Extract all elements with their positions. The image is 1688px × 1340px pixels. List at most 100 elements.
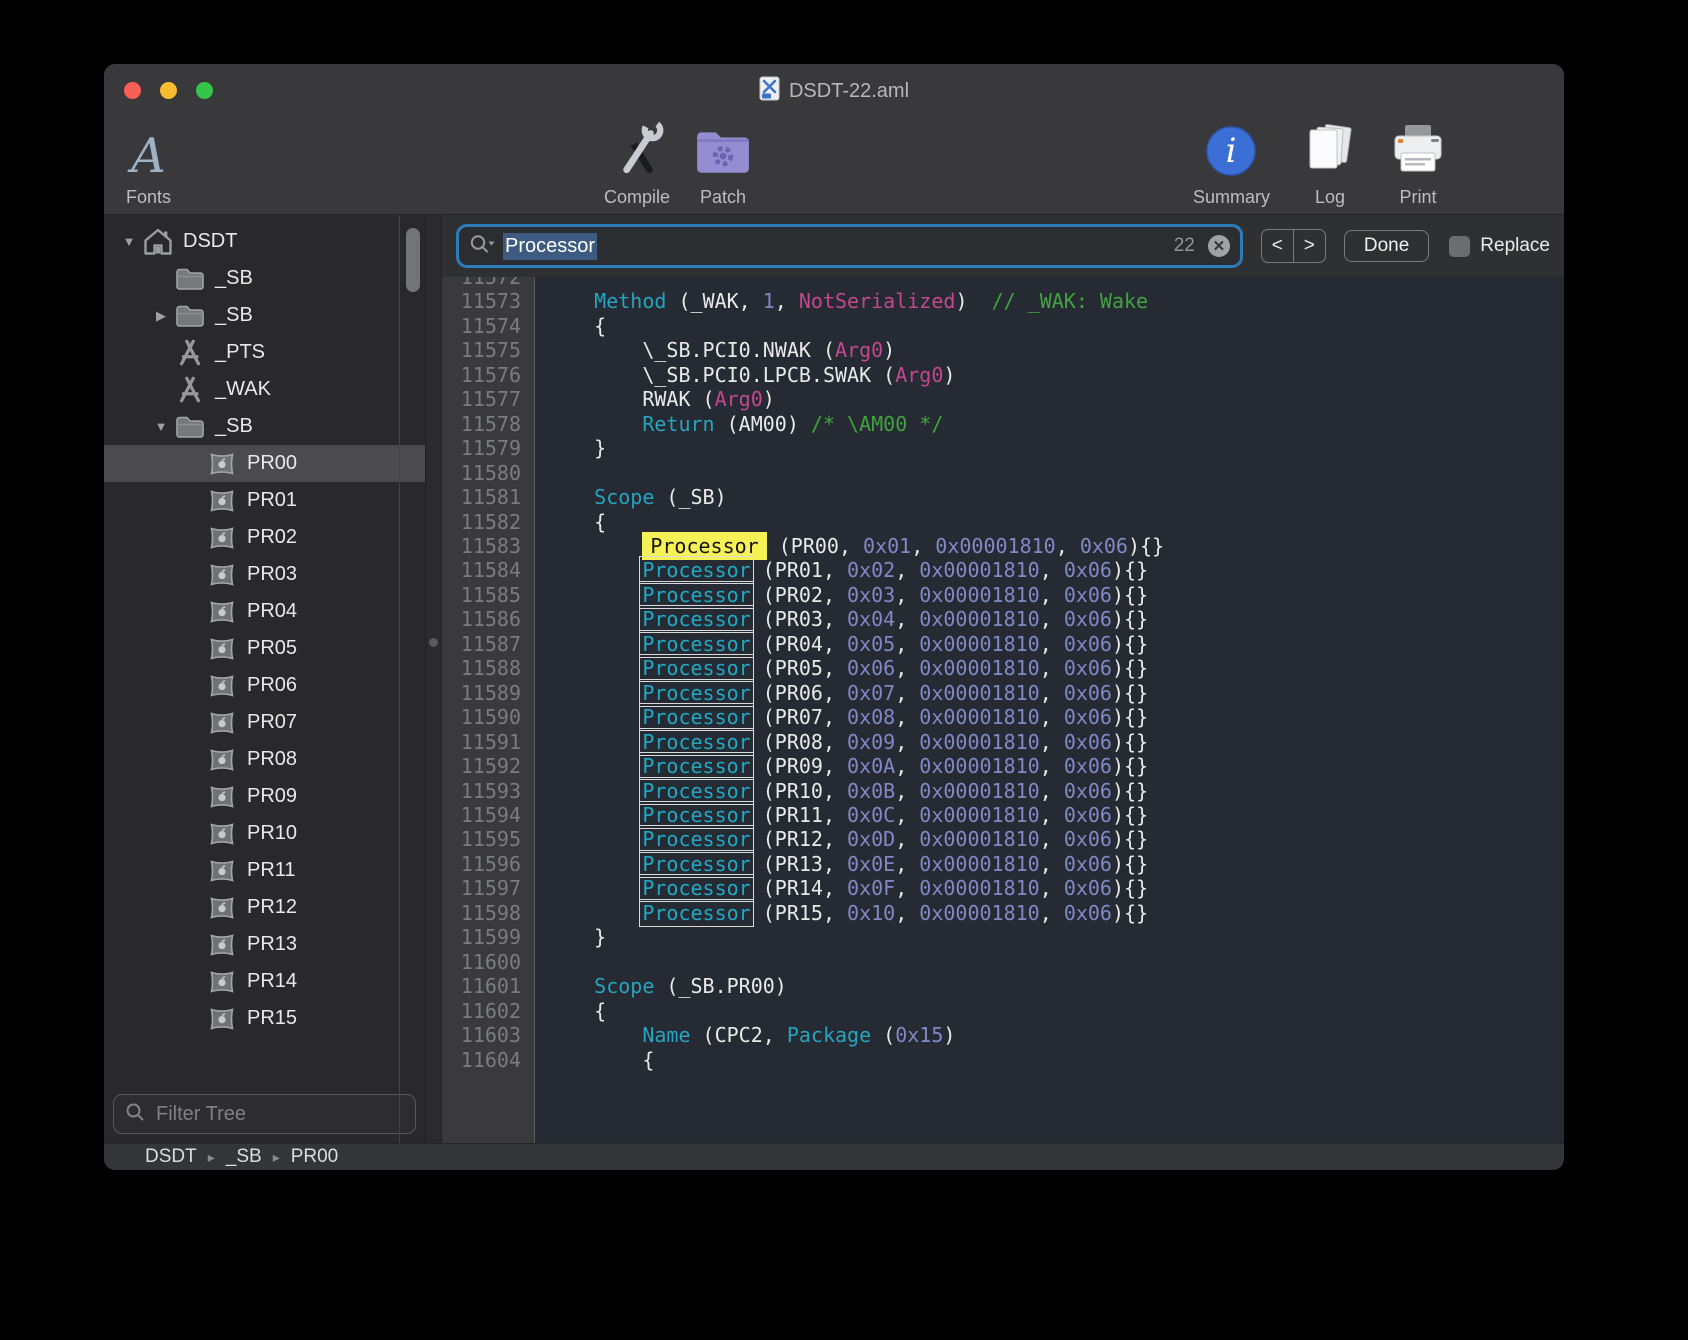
fonts-button[interactable]: A Fonts (126, 116, 171, 208)
line-number: 11588 (442, 656, 534, 680)
code-line: 11572 (442, 277, 1564, 289)
processor-icon (206, 932, 238, 958)
code-line: 11603 Name (CPC2, Package (0x15) (442, 1023, 1564, 1047)
breadcrumb-item[interactable]: PR00 (291, 1146, 339, 1168)
line-number: 11586 (442, 607, 534, 631)
replace-toggle: Replace (1449, 235, 1550, 257)
code-line: 11598 Processor (PR15, 0x10, 0x00001810,… (442, 901, 1564, 925)
line-number: 11604 (442, 1048, 534, 1072)
sidebar-tree[interactable]: ▼DSDT_SB▶_SB_PTS_WAK▼_SBPR00PR01PR02PR03… (104, 215, 425, 1087)
code-line: 11588 Processor (PR05, 0x06, 0x00001810,… (442, 656, 1564, 680)
sidebar-item-dsdt[interactable]: ▼DSDT (104, 223, 425, 260)
svg-text:i: i (1226, 131, 1237, 171)
clear-search-button[interactable]: ✕ (1208, 235, 1230, 257)
search-field[interactable]: Processor 22 ✕ (456, 224, 1243, 268)
sidebar-item-pr02[interactable]: PR02 (104, 519, 425, 556)
sidebar-item-pr05[interactable]: PR05 (104, 630, 425, 667)
log-button[interactable]: Log (1302, 116, 1358, 208)
sidebar-item-pr14[interactable]: PR14 (104, 963, 425, 1000)
print-button[interactable]: Print (1390, 116, 1446, 208)
line-number: 11597 (442, 876, 534, 900)
line-number: 11585 (442, 583, 534, 607)
processor-icon (206, 858, 238, 884)
splitter-handle-icon[interactable] (429, 638, 438, 647)
sidebar-item-_sb[interactable]: ▶ _SB (104, 297, 425, 334)
info-icon: i (1205, 125, 1257, 182)
code-line: 11587 Processor (PR04, 0x05, 0x00001810,… (442, 632, 1564, 656)
line-number: 11573 (442, 289, 534, 313)
compile-label: Compile (604, 187, 670, 208)
title-group: DSDT-22.aml (759, 76, 909, 106)
next-match-button[interactable]: > (1293, 230, 1325, 262)
zoom-button[interactable] (196, 82, 213, 99)
filter-tree-input[interactable] (154, 1102, 404, 1127)
code-line: 11586 Processor (PR03, 0x04, 0x00001810,… (442, 607, 1564, 631)
folder-icon (174, 304, 206, 328)
line-number: 11594 (442, 803, 534, 827)
sidebar-item-pr04[interactable]: PR04 (104, 593, 425, 630)
line-number: 11602 (442, 999, 534, 1023)
code-line: 11583 Processor (PR00, 0x01, 0x00001810,… (442, 534, 1564, 558)
sidebar-item-pr08[interactable]: PR08 (104, 741, 425, 778)
sidebar-item-pr09[interactable]: PR09 (104, 778, 425, 815)
statusbar: DSDT▸_SB▸PR00 (104, 1143, 1564, 1170)
search-match: Processor (639, 703, 753, 731)
minimize-button[interactable] (160, 82, 177, 99)
tree-item-label: PR14 (247, 970, 297, 993)
code-line: 11578 Return (AM00) /* \AM00 */ (442, 412, 1564, 436)
patch-label: Patch (700, 187, 746, 208)
chevron-down-icon[interactable]: ▼ (116, 234, 142, 249)
sidebar-item-_sb[interactable]: _SB (104, 260, 425, 297)
sidebar-splitter[interactable] (425, 215, 442, 1143)
code-line: 11599 } (442, 925, 1564, 949)
tree-item-label: _SB (215, 304, 253, 327)
line-number: 11592 (442, 754, 534, 778)
compile-button[interactable]: Compile (604, 116, 670, 208)
sidebar-item-pr06[interactable]: PR06 (104, 667, 425, 704)
search-input[interactable]: Processor (503, 233, 597, 260)
processor-icon (206, 747, 238, 773)
chevron-down-icon[interactable]: ▼ (148, 419, 174, 434)
code-line: 11575 \_SB.PCI0.NWAK (Arg0) (442, 338, 1564, 362)
maciasl-window: DSDT-22.aml A Fonts Compile (104, 64, 1564, 1170)
sidebar-item-pr00[interactable]: PR00 (104, 445, 425, 482)
line-number: 11574 (442, 314, 534, 338)
sidebar-item-pr15[interactable]: PR15 (104, 1000, 425, 1037)
breadcrumb-item[interactable]: DSDT (145, 1146, 197, 1168)
code-editor[interactable]: 1157211573 Method (_WAK, 1, NotSerialize… (442, 277, 1564, 1143)
code-line: 11573 Method (_WAK, 1, NotSerialized) //… (442, 289, 1564, 313)
patch-button[interactable]: Patch (694, 116, 752, 208)
close-button[interactable] (124, 82, 141, 99)
sidebar-item-_sb[interactable]: ▼_SB (104, 408, 425, 445)
sidebar-item-pr03[interactable]: PR03 (104, 556, 425, 593)
sidebar-item-pr10[interactable]: PR10 (104, 815, 425, 852)
sidebar-item-pr07[interactable]: PR07 (104, 704, 425, 741)
sidebar-scrollbar-thumb[interactable] (406, 228, 420, 292)
chevron-right-icon[interactable]: ▶ (148, 308, 174, 324)
code-line: 11604 { (442, 1048, 1564, 1072)
breadcrumb-item[interactable]: _SB (226, 1146, 262, 1168)
search-options-button[interactable] (469, 233, 496, 260)
summary-button[interactable]: i Summary (1193, 116, 1270, 208)
replace-label: Replace (1480, 235, 1550, 257)
folder-icon (174, 415, 206, 439)
sidebar-scrollbar-track[interactable] (399, 215, 425, 1143)
match-count: 22 (1174, 235, 1195, 257)
line-number: 11584 (442, 558, 534, 582)
sidebar-item-pr11[interactable]: PR11 (104, 852, 425, 889)
sidebar: ▼DSDT_SB▶_SB_PTS_WAK▼_SBPR00PR01PR02PR03… (104, 215, 425, 1143)
sidebar-item-_wak[interactable]: _WAK (104, 371, 425, 408)
processor-icon (206, 562, 238, 588)
sidebar-item-pr12[interactable]: PR12 (104, 889, 425, 926)
sidebar-item-pr13[interactable]: PR13 (104, 926, 425, 963)
line-number: 11581 (442, 485, 534, 509)
previous-match-button[interactable]: < (1262, 230, 1293, 262)
filter-field[interactable] (113, 1094, 416, 1134)
line-number: 11600 (442, 950, 534, 974)
replace-checkbox[interactable] (1449, 236, 1470, 257)
line-number: 11591 (442, 730, 534, 754)
titlebar[interactable]: DSDT-22.aml (104, 64, 1564, 110)
sidebar-item-pr01[interactable]: PR01 (104, 482, 425, 519)
done-button[interactable]: Done (1344, 230, 1429, 262)
sidebar-item-_pts[interactable]: _PTS (104, 334, 425, 371)
